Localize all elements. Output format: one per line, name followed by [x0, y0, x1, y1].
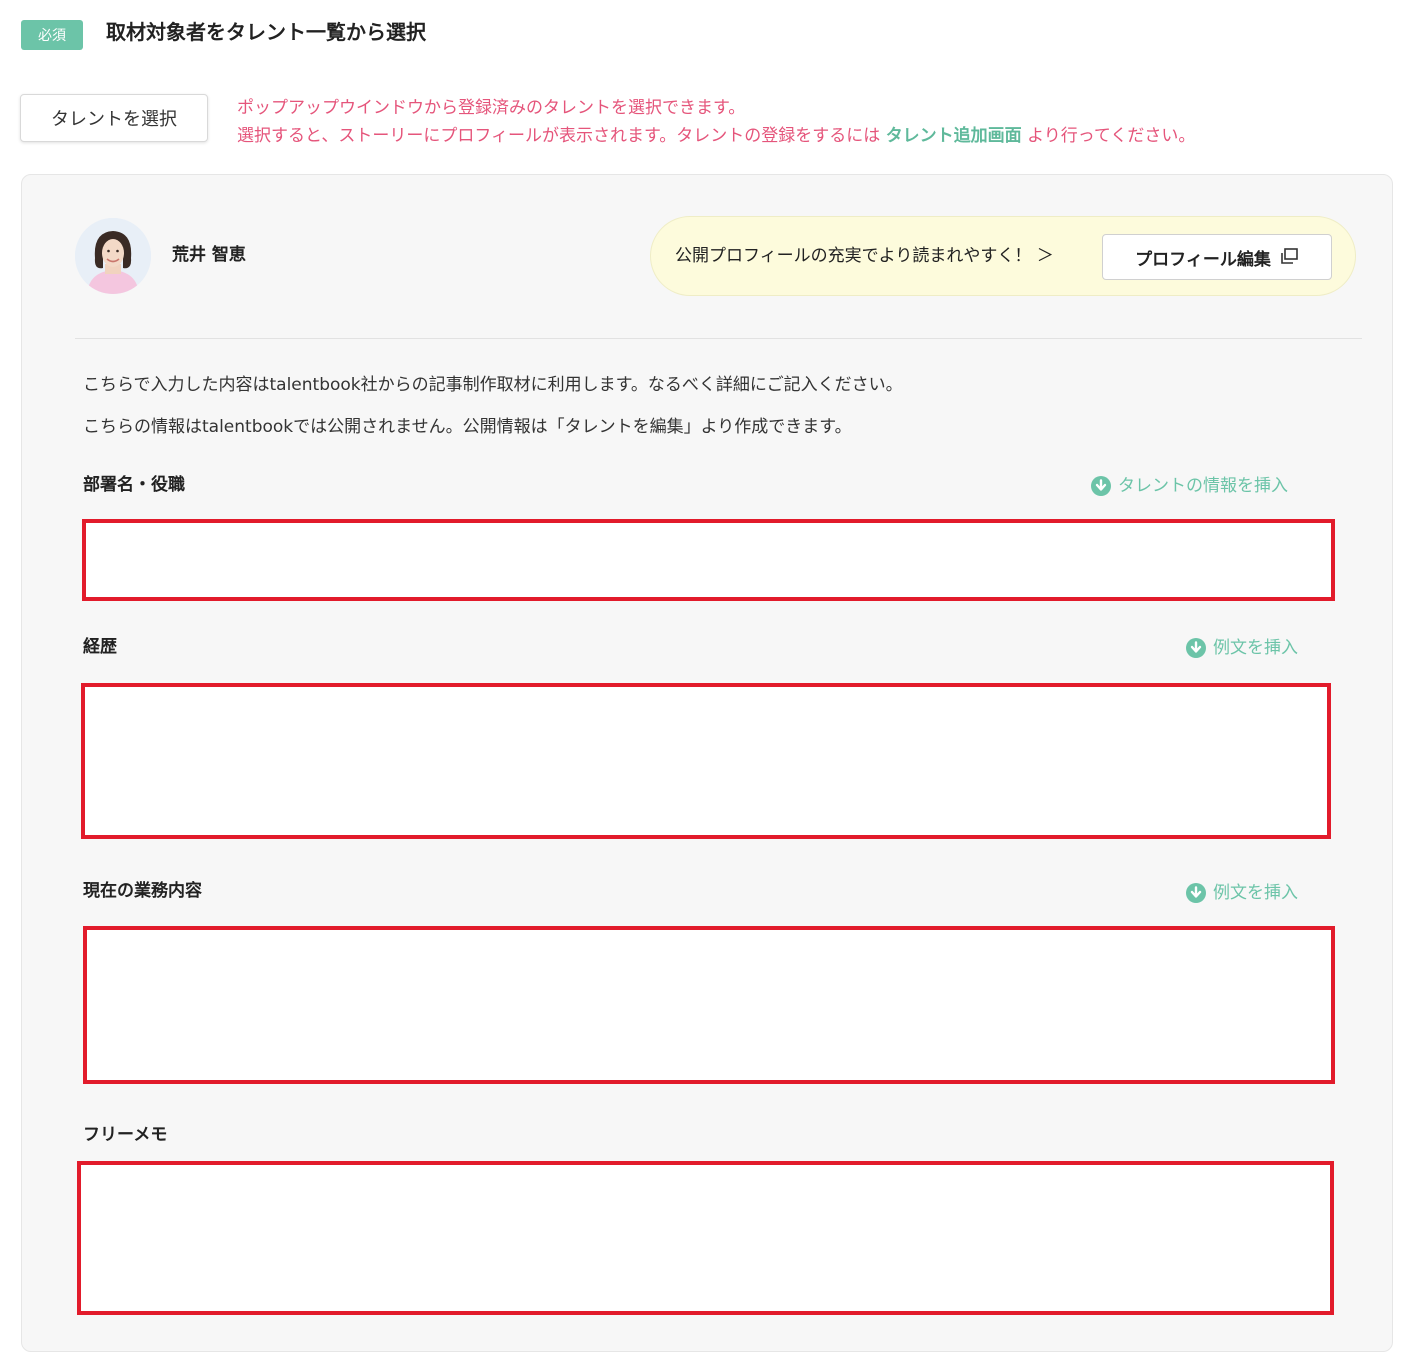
profile-edit-button[interactable]: プロフィール編集: [1102, 234, 1332, 280]
download-circle-icon: [1186, 638, 1206, 658]
career-textarea[interactable]: [85, 687, 1327, 835]
free-memo-field-wrapper: [77, 1161, 1334, 1315]
download-circle-icon: [1091, 476, 1111, 496]
free-memo-textarea[interactable]: [81, 1165, 1330, 1311]
career-label: 経歴: [83, 637, 117, 657]
insert-work-example-link[interactable]: 例文を挿入: [1186, 880, 1298, 906]
profile-edit-label: プロフィール編集: [1135, 249, 1271, 269]
promo-text: 公開プロフィールの充実でより読まれやすく！ ＞: [675, 246, 1054, 266]
section-title: 取材対象者をタレント一覧から選択: [106, 20, 426, 44]
current-work-textarea[interactable]: [87, 930, 1331, 1080]
info-line-2: こちらの情報はtalentbookでは公開されません。公開情報は「タレントを編集…: [83, 417, 852, 437]
select-talent-button[interactable]: タレントを選択: [20, 94, 208, 142]
department-label: 部署名・役職: [83, 475, 185, 495]
info-line-1: こちらで入力した内容はtalentbook社からの記事制作取材に利用します。なる…: [83, 375, 903, 395]
notice-line-2-suffix: より行ってください。: [1027, 126, 1196, 146]
talent-add-page-link[interactable]: タレント追加画面: [886, 126, 1022, 146]
notice-line-2-prefix: 選択すると、ストーリーにプロフィールが表示されます。タレントの登録をするには: [237, 126, 881, 146]
notice-line-1: ポップアップウインドウから登録済みのタレントを選択できます。: [237, 98, 746, 118]
external-window-icon: [1279, 248, 1299, 266]
department-input[interactable]: [86, 523, 1331, 597]
header-divider: [75, 338, 1362, 339]
free-memo-label: フリーメモ: [83, 1125, 168, 1145]
notice-line-2: 選択すると、ストーリーにプロフィールが表示されます。タレントの登録をするには タ…: [237, 122, 1195, 150]
talent-avatar: [75, 218, 151, 294]
insert-career-example-label: 例文を挿入: [1213, 638, 1298, 658]
insert-work-example-label: 例文を挿入: [1213, 883, 1298, 903]
insert-talent-info-link[interactable]: タレントの情報を挿入: [1091, 473, 1288, 499]
profile-promo-banner: 公開プロフィールの充実でより読まれやすく！ ＞ プロフィール編集: [650, 216, 1356, 296]
download-circle-icon: [1186, 883, 1206, 903]
talent-name: 荒井 智恵: [172, 245, 246, 265]
current-work-field-wrapper: [83, 926, 1335, 1084]
department-field-wrapper: [82, 519, 1335, 601]
current-work-label: 現在の業務内容: [83, 881, 202, 901]
career-field-wrapper: [81, 683, 1331, 839]
select-notice: ポップアップウインドウから登録済みのタレントを選択できます。 選択すると、ストー…: [237, 94, 1195, 150]
insert-talent-info-label: タレントの情報を挿入: [1118, 476, 1288, 496]
insert-career-example-link[interactable]: 例文を挿入: [1186, 635, 1298, 661]
required-badge: 必須: [21, 20, 83, 50]
